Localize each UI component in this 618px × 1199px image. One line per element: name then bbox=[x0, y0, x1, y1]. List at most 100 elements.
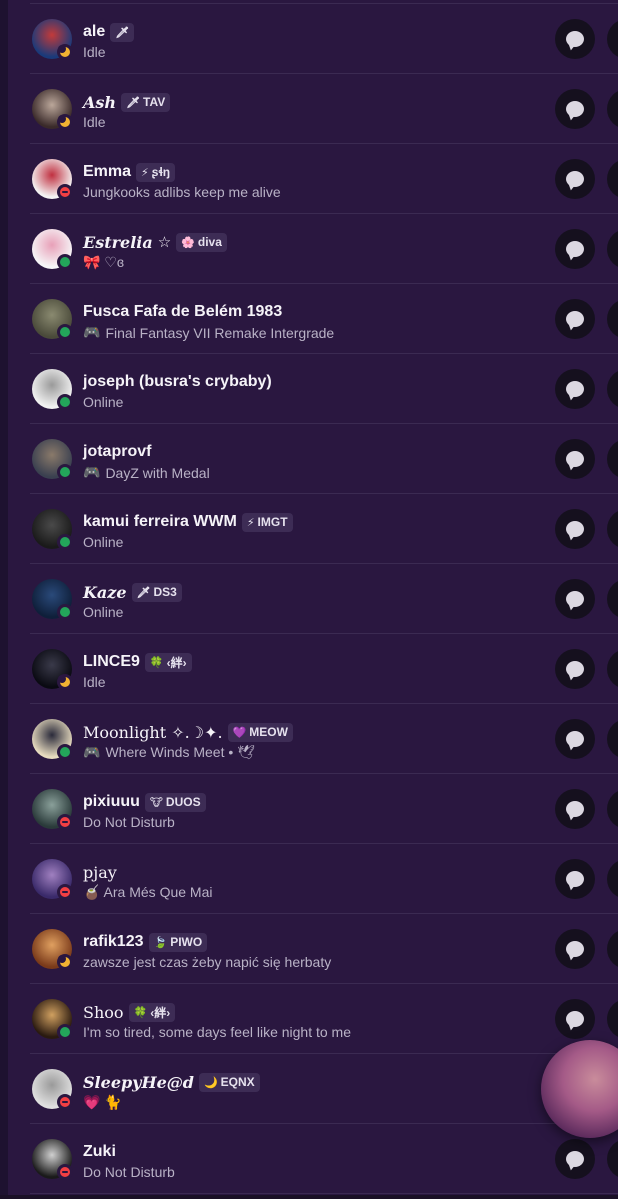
more-options-button[interactable] bbox=[607, 789, 618, 829]
message-button[interactable] bbox=[555, 999, 595, 1039]
member-name[interactable]: Ash bbox=[83, 93, 116, 112]
member-name[interactable]: LINCE9 bbox=[83, 653, 140, 671]
activity-text: Where Winds Meet • 🕊 bbox=[105, 744, 255, 760]
member-activity: Do Not Disturb bbox=[83, 814, 175, 830]
status-indicator bbox=[57, 114, 73, 130]
more-options-button[interactable] bbox=[607, 999, 618, 1039]
dnd-status-icon bbox=[60, 817, 70, 827]
member-name[interactable]: Emma bbox=[83, 163, 131, 181]
message-button[interactable] bbox=[555, 719, 595, 759]
message-button[interactable] bbox=[555, 299, 595, 339]
server-tag[interactable]: 🌙 EQNX bbox=[198, 1072, 260, 1092]
more-options-button[interactable] bbox=[607, 159, 618, 199]
message-button[interactable] bbox=[555, 509, 595, 549]
more-options-button[interactable] bbox=[607, 369, 618, 409]
member-row[interactable]: Fusca Fafa de Belém 1983 🎮 Final Fantasy V… bbox=[8, 284, 618, 354]
more-options-button[interactable] bbox=[607, 649, 618, 689]
member-name[interactable]: rafik123 bbox=[83, 933, 144, 951]
status-indicator bbox=[57, 1094, 73, 1110]
member-name[interactable]: ale bbox=[83, 23, 105, 41]
server-tag[interactable]: 🗡 bbox=[110, 22, 135, 42]
member-row[interactable]: Ash 🗡 TAV Idle bbox=[8, 74, 618, 144]
server-tag[interactable]: ⚡ ʂɬŋ bbox=[136, 162, 176, 182]
more-options-button[interactable] bbox=[607, 719, 618, 759]
server-tag-label: ʂɬŋ bbox=[151, 165, 171, 179]
status-indicator bbox=[57, 324, 73, 340]
chat-bubble-icon bbox=[566, 521, 584, 537]
message-button[interactable] bbox=[555, 789, 595, 829]
more-options-button[interactable] bbox=[607, 509, 618, 549]
chat-bubble-icon bbox=[566, 661, 584, 677]
member-row[interactable]: kamui ferreira WWM ⚡ IMGT Online bbox=[8, 494, 618, 564]
member-row[interactable]: joseph (busra's crybaby) Online bbox=[8, 354, 618, 424]
message-button[interactable] bbox=[555, 89, 595, 129]
server-tag[interactable]: 🍀 ‹絆› bbox=[128, 1002, 176, 1022]
name-line: rafik123 🍃 PIWO bbox=[83, 931, 208, 953]
message-button[interactable] bbox=[555, 1139, 595, 1179]
member-row[interactable]: pjay 🧉 Ara Més Que Mai bbox=[8, 844, 618, 914]
server-tag[interactable]: 🗡 DS3 bbox=[131, 582, 182, 602]
member-name[interactable]: Fusca Fafa de Belém 1983 bbox=[83, 303, 282, 321]
member-row[interactable]: SleepyHe@d 🌙 EQNX 💗 🐈 bbox=[8, 1054, 618, 1124]
online-status-icon bbox=[60, 467, 70, 477]
server-tag[interactable]: 💜 MEOW bbox=[227, 722, 293, 742]
member-activity: Online bbox=[83, 604, 123, 620]
message-button[interactable] bbox=[555, 439, 595, 479]
server-tag[interactable]: 🍃 PIWO bbox=[148, 932, 208, 952]
more-options-button[interactable] bbox=[607, 299, 618, 339]
member-row[interactable]: Zuki Do Not Disturb bbox=[8, 1124, 618, 1194]
member-name[interactable]: Zuki bbox=[83, 1143, 116, 1161]
member-name[interactable]: SleepyHe@d bbox=[83, 1073, 194, 1092]
member-row[interactable]: Estrelia ☆ 🌸 diva 🎀 ♡ɞ bbox=[8, 214, 618, 284]
server-tag[interactable]: 🍀 ‹絆› bbox=[144, 652, 192, 672]
gamepad-icon: 🎮 bbox=[83, 744, 101, 760]
member-row[interactable]: pixiuuu 🐮 DUOS Do Not Disturb bbox=[8, 774, 618, 844]
member-name[interactable]: Moonlight ✧.☽✦. bbox=[83, 723, 223, 742]
member-row[interactable]: jotaprovf 🎮 DayZ with Medal bbox=[8, 424, 618, 494]
more-options-button[interactable] bbox=[607, 929, 618, 969]
message-button[interactable] bbox=[555, 19, 595, 59]
more-options-button[interactable] bbox=[607, 19, 618, 59]
server-tag[interactable]: 🗡 TAV bbox=[121, 92, 171, 112]
member-name[interactable]: Kaze bbox=[83, 583, 127, 602]
message-button[interactable] bbox=[555, 859, 595, 899]
more-options-button[interactable] bbox=[607, 439, 618, 479]
member-name[interactable]: joseph (busra's crybaby) bbox=[83, 373, 272, 391]
member-row[interactable]: Moonlight ✧.☽✦. 💜 MEOW 🎮 Where Winds Meet • … bbox=[8, 704, 618, 774]
message-button[interactable] bbox=[555, 229, 595, 269]
member-name[interactable]: kamui ferreira WWM bbox=[83, 513, 237, 531]
server-tag[interactable]: 🐮 DUOS bbox=[144, 792, 206, 812]
more-options-button[interactable] bbox=[607, 89, 618, 129]
member-row[interactable]: Shoo 🍀 ‹絆› I'm so tired, some days feel lik… bbox=[8, 984, 618, 1054]
member-row[interactable]: ale 🗡 Idle bbox=[8, 4, 618, 74]
server-tag[interactable]: ⚡ IMGT bbox=[241, 512, 293, 532]
name-line: joseph (busra's crybaby) bbox=[83, 371, 272, 393]
member-name[interactable]: jotaprovf bbox=[83, 443, 151, 461]
more-options-button[interactable] bbox=[607, 859, 618, 899]
status-indicator bbox=[57, 534, 73, 550]
message-button[interactable] bbox=[555, 649, 595, 689]
message-button[interactable] bbox=[555, 369, 595, 409]
more-options-button[interactable] bbox=[607, 579, 618, 619]
server-tag[interactable]: 🌸 diva bbox=[176, 232, 227, 252]
member-row[interactable]: rafik123 🍃 PIWO zawsze jest czas żeby napić… bbox=[8, 914, 618, 984]
message-button[interactable] bbox=[555, 579, 595, 619]
member-name[interactable]: Shoo bbox=[83, 1003, 124, 1022]
message-button[interactable] bbox=[555, 159, 595, 199]
dnd-status-icon bbox=[60, 887, 70, 897]
activity-text: Online bbox=[83, 604, 124, 620]
message-button[interactable] bbox=[555, 929, 595, 969]
activity-text: DayZ with Medal bbox=[105, 464, 210, 481]
member-row[interactable]: LINCE9 🍀 ‹絆› Idle bbox=[8, 634, 618, 704]
member-name[interactable]: pixiuuu bbox=[83, 793, 140, 811]
more-options-button[interactable] bbox=[607, 1139, 618, 1179]
server-tag-label: PIWO bbox=[170, 935, 203, 949]
member-row[interactable]: Kaze 🗡 DS3 Online bbox=[8, 564, 618, 634]
name-line: Kaze 🗡 DS3 bbox=[83, 581, 182, 603]
member-name[interactable]: Estrelia bbox=[83, 233, 153, 252]
member-name[interactable]: pjay bbox=[83, 863, 117, 882]
more-options-button[interactable] bbox=[607, 229, 618, 269]
member-activity: 🎮 Where Winds Meet • 🕊 bbox=[83, 744, 255, 761]
member-row[interactable]: Emma ⚡ ʂɬŋ Jungkooks adlibs keep me alive bbox=[8, 144, 618, 214]
member-activity: 🧉 Ara Més Que Mai bbox=[83, 884, 212, 901]
